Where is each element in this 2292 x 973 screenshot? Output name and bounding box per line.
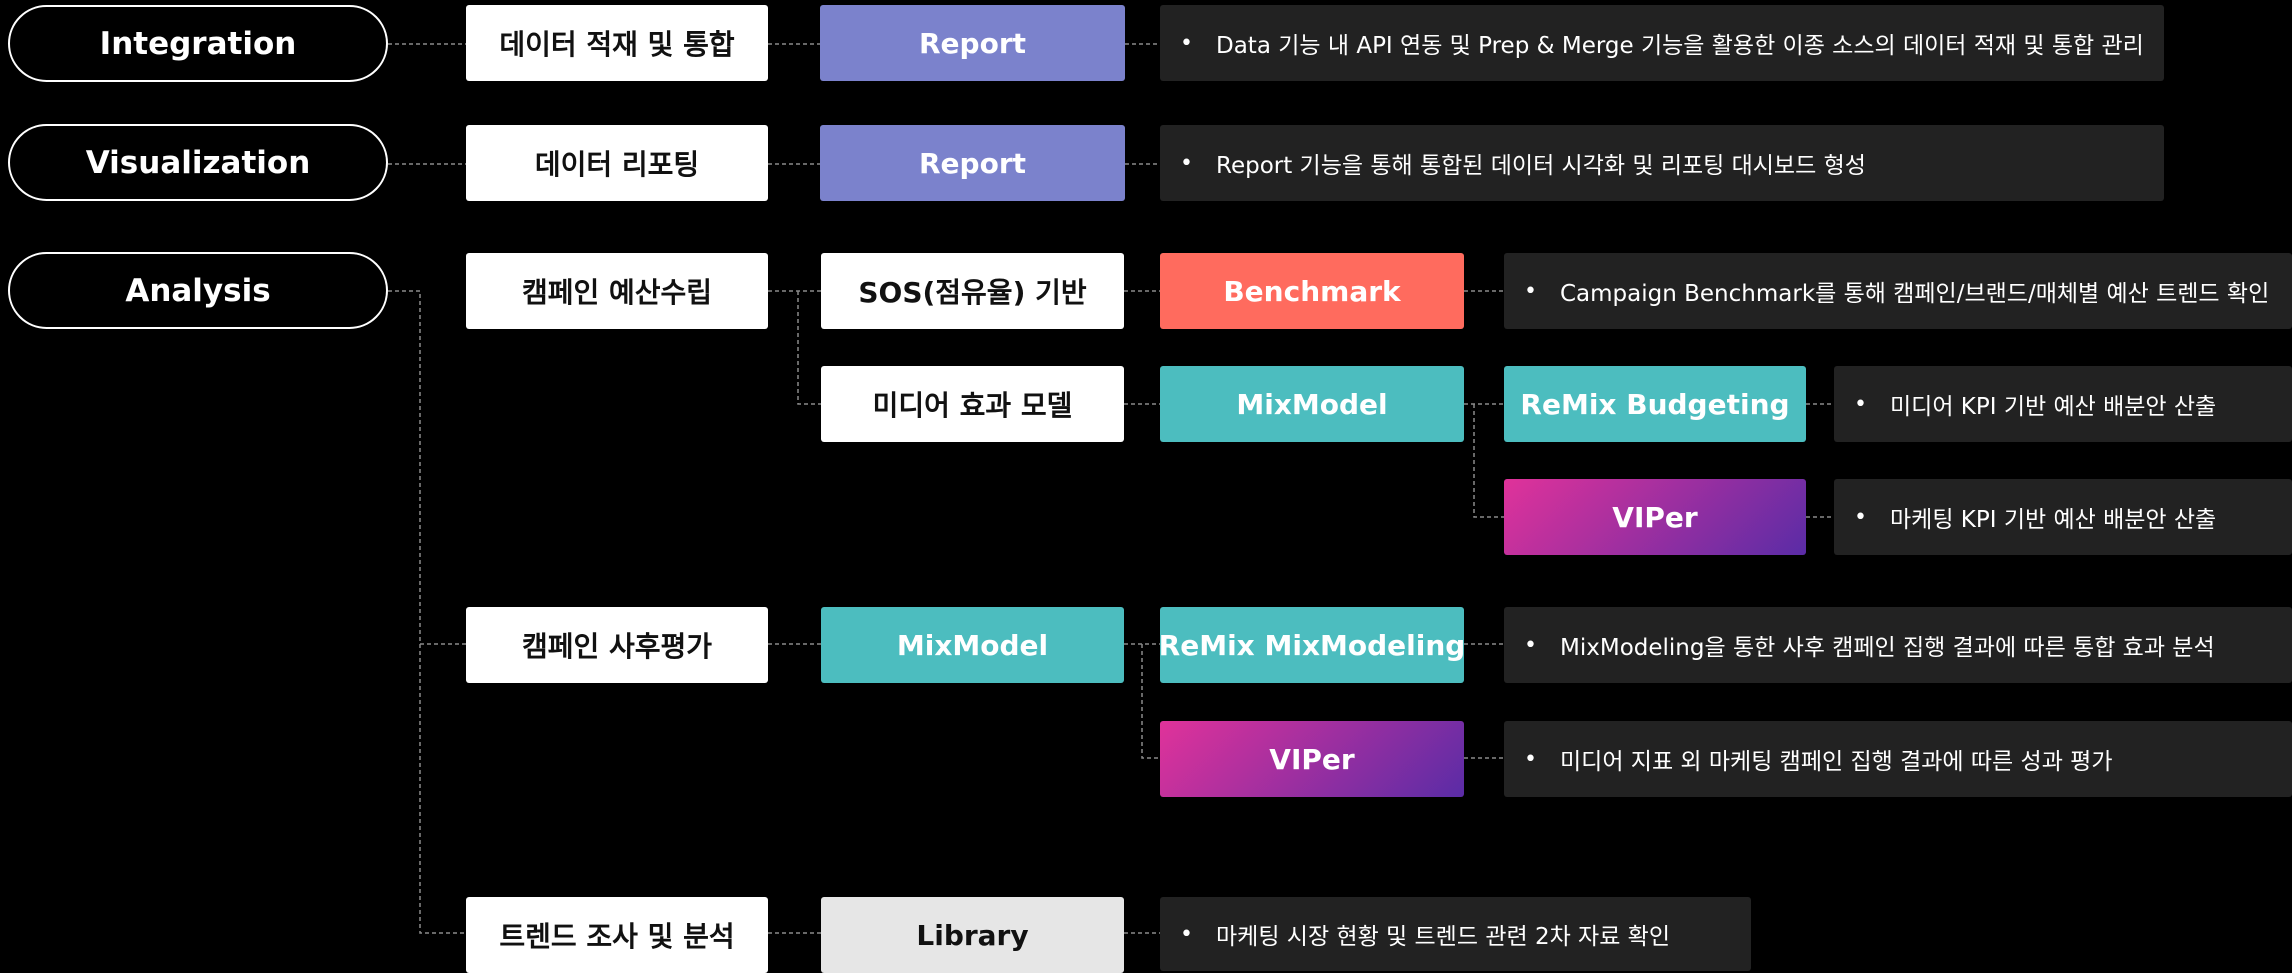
tool-label: VIPer bbox=[1612, 500, 1698, 534]
tool-mixmodel-review: MixModel bbox=[821, 607, 1124, 683]
category-visualization: Visualization bbox=[8, 124, 388, 201]
topic-trend-research: 트렌드 조사 및 분석 bbox=[466, 897, 768, 973]
tool-report-integration: Report bbox=[820, 5, 1125, 81]
description-library: • 마케팅 시장 현황 및 트렌드 관련 2차 자료 확인 bbox=[1160, 897, 1751, 971]
topic-label: 캠페인 예산수립 bbox=[521, 276, 713, 309]
method-sos: SOS(점유율) 기반 bbox=[821, 253, 1124, 329]
topic-label: 데이터 적재 및 통합 bbox=[499, 28, 735, 61]
tool-report-visualization: Report bbox=[820, 125, 1125, 201]
description-text: Data 기능 내 API 연동 및 Prep & Merge 기능을 활용한 … bbox=[1216, 33, 2144, 59]
description-viper-review: • 미디어 지표 외 마케팅 캠페인 집행 결과에 따른 성과 평가 bbox=[1504, 721, 2292, 797]
description-text: 마케팅 시장 현황 및 트렌드 관련 2차 자료 확인 bbox=[1216, 924, 1671, 950]
description-text: 미디어 지표 외 마케팅 캠페인 집행 결과에 따른 성과 평가 bbox=[1560, 749, 2113, 775]
topic-campaign-budget: 캠페인 예산수립 bbox=[466, 253, 768, 329]
category-label: Integration bbox=[99, 25, 297, 62]
bullet: • bbox=[1180, 30, 1193, 56]
topic-campaign-review: 캠페인 사후평가 bbox=[466, 607, 768, 683]
tool-label: ReMix MixModeling bbox=[1158, 628, 1466, 662]
category-label: Visualization bbox=[85, 144, 311, 181]
tool-label: Library bbox=[916, 918, 1029, 952]
tool-mixmodel-budget: MixModel bbox=[1160, 366, 1464, 442]
bullet: • bbox=[1854, 391, 1867, 417]
topic-label: 트렌드 조사 및 분석 bbox=[499, 920, 735, 953]
description-visualization: • Report 기능을 통해 통합된 데이터 시각화 및 리포팅 대시보드 형… bbox=[1160, 125, 2164, 201]
tool-label: MixModel bbox=[896, 628, 1049, 662]
method-label: SOS(점유율) 기반 bbox=[858, 276, 1087, 309]
tool-remix-budgeting: ReMix Budgeting bbox=[1504, 366, 1806, 442]
bullet: • bbox=[1524, 746, 1537, 772]
description-viper-budget: • 마케팅 KPI 기반 예산 배분안 산출 bbox=[1834, 479, 2292, 555]
bullet: • bbox=[1180, 150, 1193, 176]
bullet: • bbox=[1180, 921, 1193, 947]
description-text: MixModeling을 통한 사후 캠페인 집행 결과에 따른 통합 효과 분… bbox=[1560, 635, 2215, 661]
description-remix-mixmodeling: • MixModeling을 통한 사후 캠페인 집행 결과에 따른 통합 효과… bbox=[1504, 607, 2292, 683]
category-analysis: Analysis bbox=[8, 252, 388, 329]
topic-label: 캠페인 사후평가 bbox=[521, 630, 713, 663]
description-text: Campaign Benchmark를 통해 캠페인/브랜드/매체별 예산 트렌… bbox=[1560, 281, 2270, 307]
description-benchmark: • Campaign Benchmark를 통해 캠페인/브랜드/매체별 예산 … bbox=[1504, 253, 2292, 329]
method-media-model: 미디어 효과 모델 bbox=[821, 366, 1124, 442]
tool-benchmark: Benchmark bbox=[1160, 253, 1464, 329]
description-text: 마케팅 KPI 기반 예산 배분안 산출 bbox=[1890, 507, 2217, 533]
tool-label: Report bbox=[918, 146, 1027, 180]
category-integration: Integration bbox=[8, 5, 388, 82]
description-integration: • Data 기능 내 API 연동 및 Prep & Merge 기능을 활용… bbox=[1160, 5, 2164, 81]
description-remix-budgeting: • 미디어 KPI 기반 예산 배분안 산출 bbox=[1834, 366, 2292, 442]
tool-label: Report bbox=[918, 26, 1027, 60]
bullet: • bbox=[1524, 632, 1537, 658]
tool-label: VIPer bbox=[1269, 742, 1355, 776]
method-label: 미디어 효과 모델 bbox=[872, 389, 1073, 422]
bullet: • bbox=[1854, 504, 1867, 530]
tool-library: Library bbox=[821, 897, 1124, 973]
topic-data-reporting: 데이터 리포팅 bbox=[466, 125, 768, 201]
tool-remix-mixmodeling: ReMix MixModeling bbox=[1158, 607, 1466, 683]
tool-label: Benchmark bbox=[1223, 274, 1401, 308]
topic-label: 데이터 리포팅 bbox=[534, 148, 700, 181]
topic-data-loading: 데이터 적재 및 통합 bbox=[466, 5, 768, 81]
description-text: Report 기능을 통해 통합된 데이터 시각화 및 리포팅 대시보드 형성 bbox=[1216, 153, 1866, 179]
tool-label: ReMix Budgeting bbox=[1520, 387, 1790, 421]
description-text: 미디어 KPI 기반 예산 배분안 산출 bbox=[1890, 394, 2217, 420]
category-label: Analysis bbox=[125, 272, 271, 309]
tool-label: MixModel bbox=[1236, 387, 1388, 421]
tool-viper-review: VIPer bbox=[1160, 721, 1464, 797]
service-structure-diagram: Integration Visualization Analysis 데이터 적… bbox=[0, 0, 2292, 973]
bullet: • bbox=[1524, 278, 1537, 304]
tool-viper-budget: VIPer bbox=[1504, 479, 1806, 555]
